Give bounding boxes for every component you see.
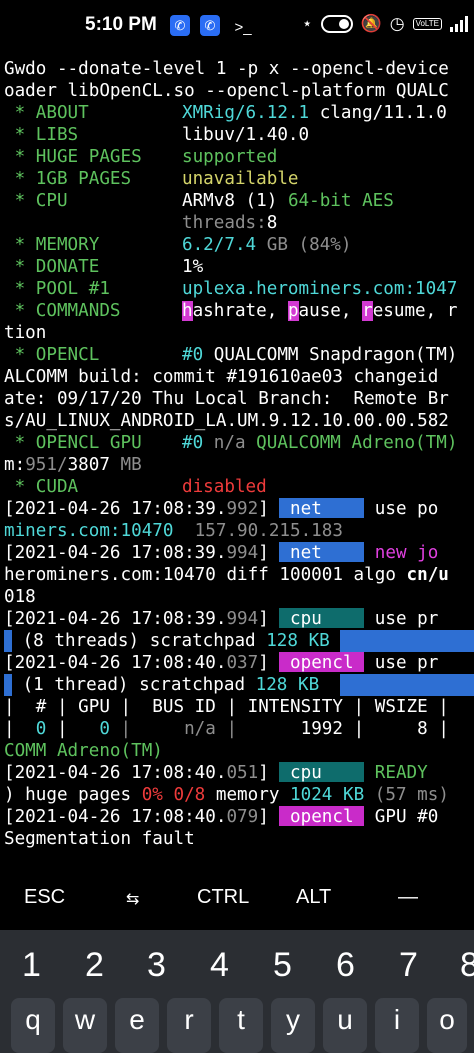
key-e[interactable]: e <box>115 998 159 1053</box>
log-line: [2021-04-26 17:08:40.079] opencl GPU #0 <box>4 806 439 827</box>
log-line: [2021-04-26 17:08:40.051] cpu READY <box>4 762 428 783</box>
key-5[interactable]: 5 <box>273 946 292 985</box>
extra-keys-row: ESC ⇆ CTRL ALT — <box>0 872 474 930</box>
cpu-tag: cpu <box>279 762 365 783</box>
terminal-prompt-icon: >_ <box>234 19 252 36</box>
mute-icon: 🔕 <box>360 14 382 33</box>
phone-icon: ✆ <box>170 15 190 36</box>
log-line: [2021-04-26 17:08:39.992] net use po <box>4 498 439 519</box>
ctrl-key[interactable]: CTRL <box>197 886 249 909</box>
highlight-bar <box>340 630 474 652</box>
key-7[interactable]: 7 <box>399 946 418 985</box>
log-line: [2021-04-26 17:08:40.037] opencl use pr <box>4 652 439 673</box>
net-tag: net <box>279 498 365 519</box>
net-tag: net <box>279 542 365 563</box>
terminal-line: ALCOMM build: commit #191610ae03 changei… <box>4 367 439 387</box>
log-line: (8 threads) scratchpad 128 KB <box>12 631 330 651</box>
terminal-line: m:951/3807 MB <box>4 455 142 475</box>
highlight-bar <box>340 674 474 696</box>
esc-key[interactable]: ESC <box>24 886 65 909</box>
clock: 5:10 PM <box>85 14 157 35</box>
terminal-line: * OPENCL GPU #0 n/a QUALCOMM Adreno(TM) <box>4 433 458 453</box>
terminal-line: * LIBS libuv/1.40.0 <box>4 125 310 145</box>
log-line: [2021-04-26 17:08:39.994] cpu use pr <box>4 608 439 629</box>
terminal-line: * OPENCL #0 QUALCOMM Snapdragon(TM) <box>4 345 458 365</box>
key-1[interactable]: 1 <box>22 946 41 985</box>
log-line: 018 <box>4 587 36 607</box>
terminal-line: oader libOpenCL.so --opencl-platform QUA… <box>4 81 449 101</box>
dash-key[interactable]: — <box>398 886 418 909</box>
volte-icon: VoLTE <box>412 18 442 30</box>
phone-icon: ✆ <box>200 15 220 36</box>
terminal-line: * MEMORY 6.2/7.4 GB (84%) <box>4 235 352 255</box>
key-w[interactable]: w <box>63 998 107 1053</box>
key-4[interactable]: 4 <box>210 946 229 985</box>
terminal-line: Gwdo --donate-level 1 -p x --opencl-devi… <box>4 59 449 79</box>
terminal-line: * 1GB PAGES unavailable <box>4 169 299 189</box>
log-line: miners.com:10470 157.90.215.183 <box>4 521 343 541</box>
key-q[interactable]: q <box>11 998 55 1053</box>
key-8[interactable]: 8 <box>460 946 474 985</box>
signal-icon <box>450 16 470 32</box>
terminal-line: * COMMANDS hashrate, pause, resume, r <box>4 301 458 321</box>
gpu-table-header: | # | GPU | BUS ID | INTENSITY | WSIZE | <box>4 697 449 717</box>
key-3[interactable]: 3 <box>147 946 166 985</box>
log-line: ) huge pages 0% 0/8 memory 1024 KB (57 m… <box>4 785 449 805</box>
key-r[interactable]: r <box>167 998 211 1053</box>
system-icons: ⋆ 🔕 ◷ VoLTE <box>302 14 470 34</box>
terminal-line: * POOL #1 uplexa.herominers.com:1047 <box>4 279 458 299</box>
alt-key[interactable]: ALT <box>296 886 331 909</box>
gpu-table-row: | 0 | 0 | n/a | 1992 | 8 | <box>4 719 449 739</box>
key-o[interactable]: o <box>427 998 467 1053</box>
toggle-icon <box>320 15 353 33</box>
key-y[interactable]: y <box>271 998 315 1053</box>
cpu-tag: cpu <box>279 608 365 629</box>
terminal-line: * CUDA disabled <box>4 477 267 497</box>
bluetooth-icon: ⋆ <box>301 14 313 33</box>
terminal-line: * HUGE PAGES supported <box>4 147 278 167</box>
key-6[interactable]: 6 <box>336 946 355 985</box>
terminal-output[interactable]: Gwdo --donate-level 1 -p x --opencl-devi… <box>4 58 474 868</box>
segfault-line: Segmentation fault <box>4 829 195 849</box>
key-u[interactable]: u <box>323 998 367 1053</box>
terminal-line: * DONATE 1% <box>4 257 204 277</box>
log-line: [2021-04-26 17:08:39.994] net new jo <box>4 542 439 563</box>
alarm-icon: ◷ <box>389 14 405 33</box>
terminal-line: ate: 09/17/20 Thu Local Branch: Remote B… <box>4 389 449 409</box>
log-line: COMM Adreno(TM) <box>4 741 163 761</box>
log-line: herominers.com:10470 diff 100001 algo cn… <box>4 565 449 585</box>
soft-keyboard: 1 2 3 4 5 6 7 8 q w e r t y u i o <box>0 930 474 1053</box>
log-line: (1 thread) scratchpad 128 KB <box>12 675 320 695</box>
status-bar: 5:10 PM ✆ ✆ >_ ⋆ 🔕 ◷ VoLTE <box>0 0 474 54</box>
opencl-tag: opencl <box>279 806 365 827</box>
key-2[interactable]: 2 <box>85 946 104 985</box>
terminal-line: * ABOUT XMRig/6.12.1 clang/11.1.0 <box>4 103 447 123</box>
tab-key[interactable]: ⇆ <box>126 889 139 909</box>
terminal-line: * CPU ARMv8 (1) 64-bit AES <box>4 191 394 211</box>
key-i[interactable]: i <box>375 998 419 1053</box>
key-t[interactable]: t <box>219 998 263 1053</box>
terminal-line: tion <box>4 323 47 343</box>
terminal-line: s/AU_LINUX_ANDROID_LA.UM.9.12.10.00.00.5… <box>4 411 449 431</box>
opencl-tag: opencl <box>279 652 365 673</box>
